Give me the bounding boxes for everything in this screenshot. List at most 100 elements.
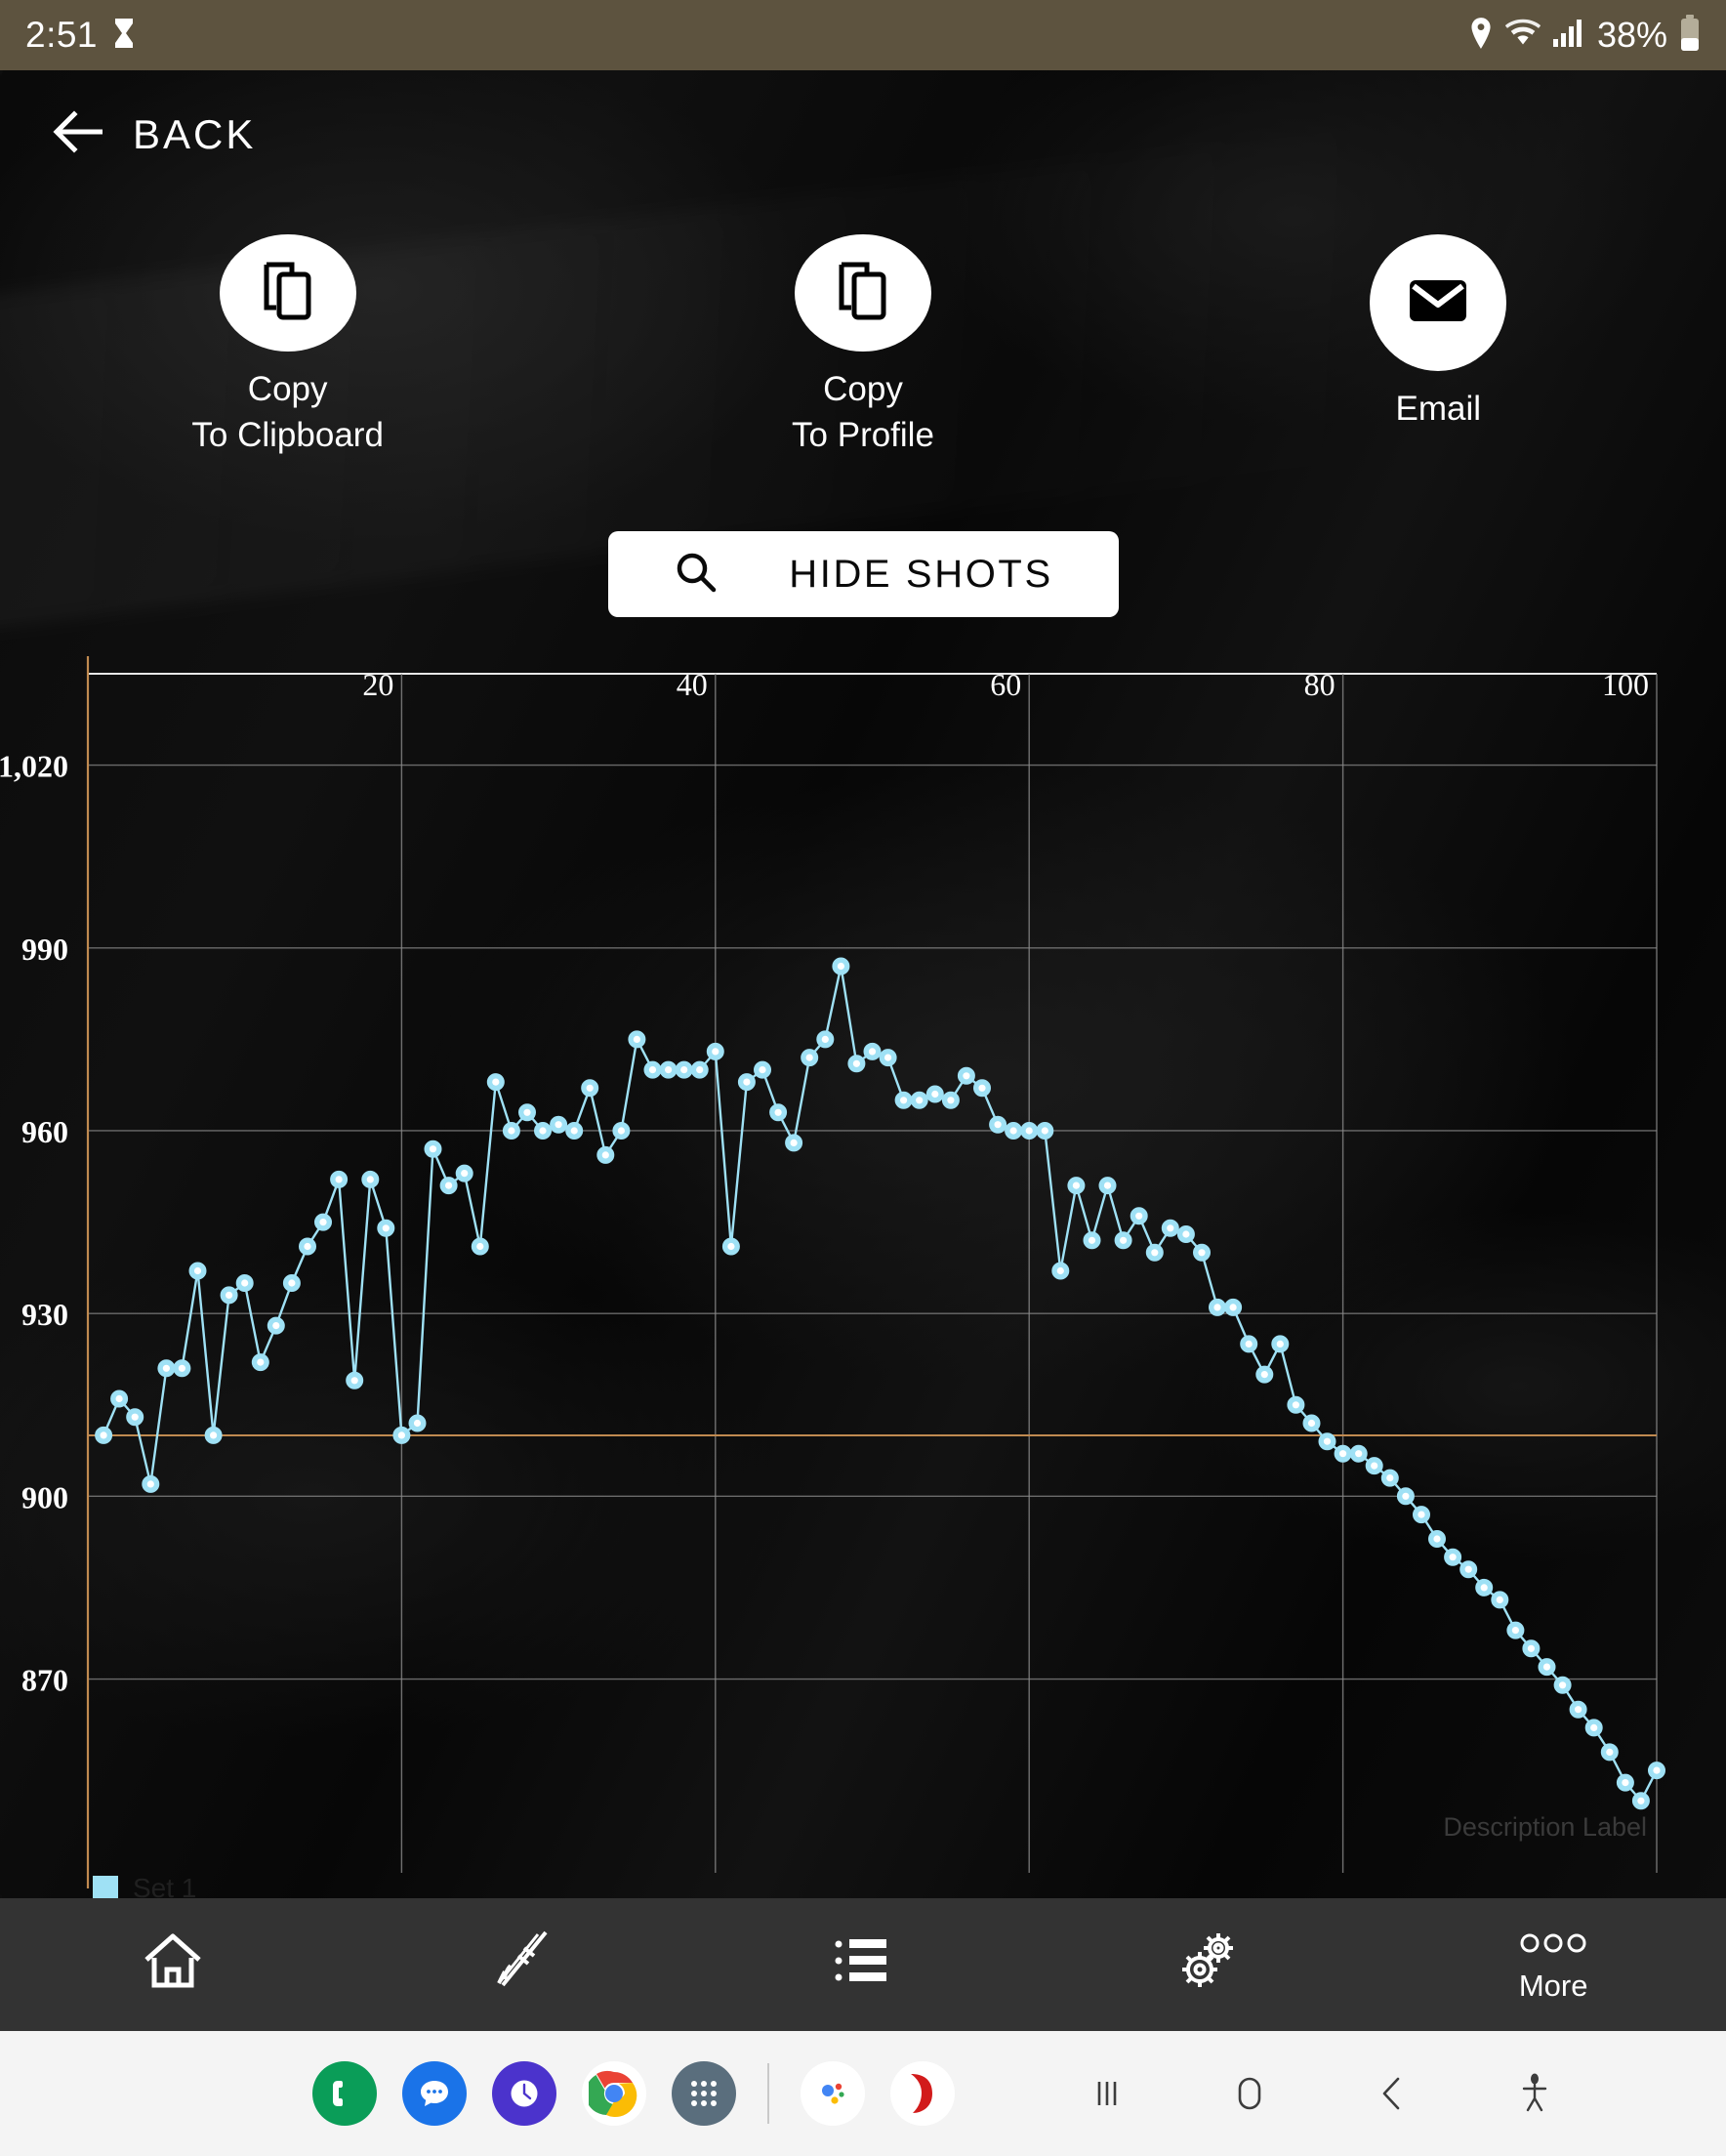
nav-item-settings[interactable]	[1036, 1928, 1381, 2002]
chart-data-point-center	[963, 1072, 970, 1080]
chart-y-tick-label: 930	[21, 1297, 68, 1332]
chart-data-point-center	[178, 1364, 185, 1372]
wifi-icon	[1504, 19, 1541, 53]
chart-data-point-center	[1622, 1779, 1629, 1787]
email-circle	[1370, 234, 1507, 371]
chart-data-point-center	[696, 1066, 704, 1074]
recents-icon[interactable]	[1078, 2064, 1136, 2123]
chrome-icon[interactable]	[582, 2061, 646, 2126]
copy-to-profile-button[interactable]: Copy To Profile	[575, 234, 1150, 459]
chart-data-point-center	[1245, 1340, 1253, 1348]
gears-icon	[1174, 1928, 1243, 1998]
chart-data-point-center	[774, 1108, 782, 1116]
chart-data-point-center	[100, 1431, 107, 1439]
chart-data-point-center	[476, 1242, 484, 1251]
chart-data-point-center	[1355, 1450, 1363, 1458]
email-button[interactable]: Email	[1151, 234, 1726, 459]
taskbar-dock	[312, 2061, 955, 2126]
nav-item-list[interactable]	[690, 1930, 1036, 2000]
chart-data-point-center	[633, 1035, 641, 1043]
chart-canvas: 1,020 990 960 930 900 870 20 40 60 80 100 Descripti…	[0, 656, 1665, 1898]
copy-to-clipboard-label: Copy To Clipboard	[191, 370, 384, 455]
phone-icon[interactable]	[312, 2061, 377, 2126]
chart-data-point-center	[1009, 1127, 1017, 1135]
back-button[interactable]: BACK	[53, 109, 256, 159]
chart-data-point-center	[1480, 1584, 1488, 1592]
chart-data-point-center	[1464, 1565, 1472, 1573]
clock-icon[interactable]	[492, 2061, 556, 2126]
battery-percent-text: 38%	[1596, 15, 1667, 55]
chart-data-point-center	[931, 1090, 939, 1099]
chart-data-point-center	[492, 1078, 500, 1086]
chart-data-point-center	[1527, 1644, 1535, 1652]
system-navigation	[1078, 2064, 1564, 2123]
chart-data-point-center	[1213, 1304, 1221, 1311]
nav-item-home[interactable]	[0, 1930, 346, 2000]
opera-icon[interactable]	[890, 2061, 955, 2126]
list-icon	[831, 1930, 895, 1996]
chart-data-point-center	[1418, 1511, 1425, 1518]
chart-legend-label: Set 1	[133, 1873, 196, 1898]
chart-data-point-center	[445, 1182, 453, 1189]
chart-data-point-center	[366, 1176, 374, 1183]
app-drawer-icon[interactable]	[672, 2061, 736, 2126]
chart-data-point-center	[1559, 1681, 1567, 1689]
accessibility-icon[interactable]	[1505, 2064, 1564, 2123]
chart-data-point-center	[1449, 1554, 1457, 1561]
chart-data-point-center	[1339, 1450, 1347, 1458]
chart-x-tick-label: 100	[1602, 667, 1649, 702]
chart-data-point-center	[1229, 1304, 1237, 1311]
chart-data-point-center	[1025, 1127, 1033, 1135]
chart-data-point-center	[727, 1242, 735, 1251]
email-label: Email	[1395, 390, 1482, 428]
nav-item-rifle[interactable]	[346, 1928, 691, 2002]
chart-data-point-center	[1260, 1371, 1268, 1379]
chart-data-point-center	[680, 1066, 688, 1074]
home-icon	[141, 1930, 205, 1996]
chart-data-point-center	[226, 1291, 233, 1299]
chart-data-point-center	[601, 1151, 609, 1159]
chart-data-point-center	[1575, 1706, 1582, 1714]
location-pin-icon	[1468, 17, 1494, 55]
chart-data-point-center	[304, 1242, 311, 1251]
chart-data-point-center	[288, 1279, 296, 1287]
hide-shots-button[interactable]: HIDE SHOTS	[608, 531, 1119, 617]
chart-data-point-center	[947, 1097, 955, 1104]
chart-data-point-center	[805, 1054, 813, 1061]
back-label: BACK	[133, 110, 257, 157]
chart-data-point-center	[1182, 1230, 1190, 1238]
chart-data-point-center	[210, 1431, 218, 1439]
chart-data-point-center	[978, 1084, 986, 1092]
back-chevron-icon[interactable]	[1363, 2064, 1421, 2123]
chart-data-point-center	[570, 1127, 578, 1135]
chart-data-point-center	[1088, 1236, 1096, 1244]
chart-data-point-center	[648, 1066, 657, 1074]
chart-data-point-center	[319, 1219, 327, 1226]
search-icon	[674, 550, 719, 600]
chart-data-point-center	[712, 1048, 719, 1056]
copy-to-clipboard-button[interactable]: Copy To Clipboard	[0, 234, 575, 459]
chart-data-point-center	[1041, 1127, 1048, 1135]
android-taskbar	[0, 2031, 1726, 2156]
cellular-signal-icon	[1552, 19, 1585, 53]
chart-data-point-center	[790, 1139, 798, 1146]
chart-data-point-center	[759, 1066, 766, 1074]
chart-data-point-center	[1496, 1596, 1503, 1603]
chart-data-point-center	[884, 1054, 892, 1061]
rifle-icon	[481, 1928, 554, 1998]
chart-x-tick-label: 60	[990, 667, 1021, 702]
messages-icon[interactable]	[402, 2061, 467, 2126]
assistant-icon[interactable]	[801, 2061, 865, 2126]
chart-data-point-center	[916, 1097, 924, 1104]
chart-data-point-center	[539, 1127, 547, 1135]
shot-velocity-chart[interactable]: 1,020 990 960 930 900 870 20 40 60 80 100 Descripti…	[0, 644, 1726, 1898]
chart-data-point-center	[1120, 1236, 1128, 1244]
home-circle-icon[interactable]	[1220, 2064, 1279, 2123]
chart-data-point-center	[1606, 1748, 1614, 1756]
chart-data-point-center	[837, 962, 845, 971]
copy-icon	[261, 261, 315, 326]
chart-data-point-center	[1386, 1474, 1394, 1482]
copy-to-clipboard-circle	[219, 234, 356, 352]
status-bar-right: 38%	[1468, 14, 1701, 57]
nav-item-more[interactable]: More	[1380, 1927, 1726, 2004]
